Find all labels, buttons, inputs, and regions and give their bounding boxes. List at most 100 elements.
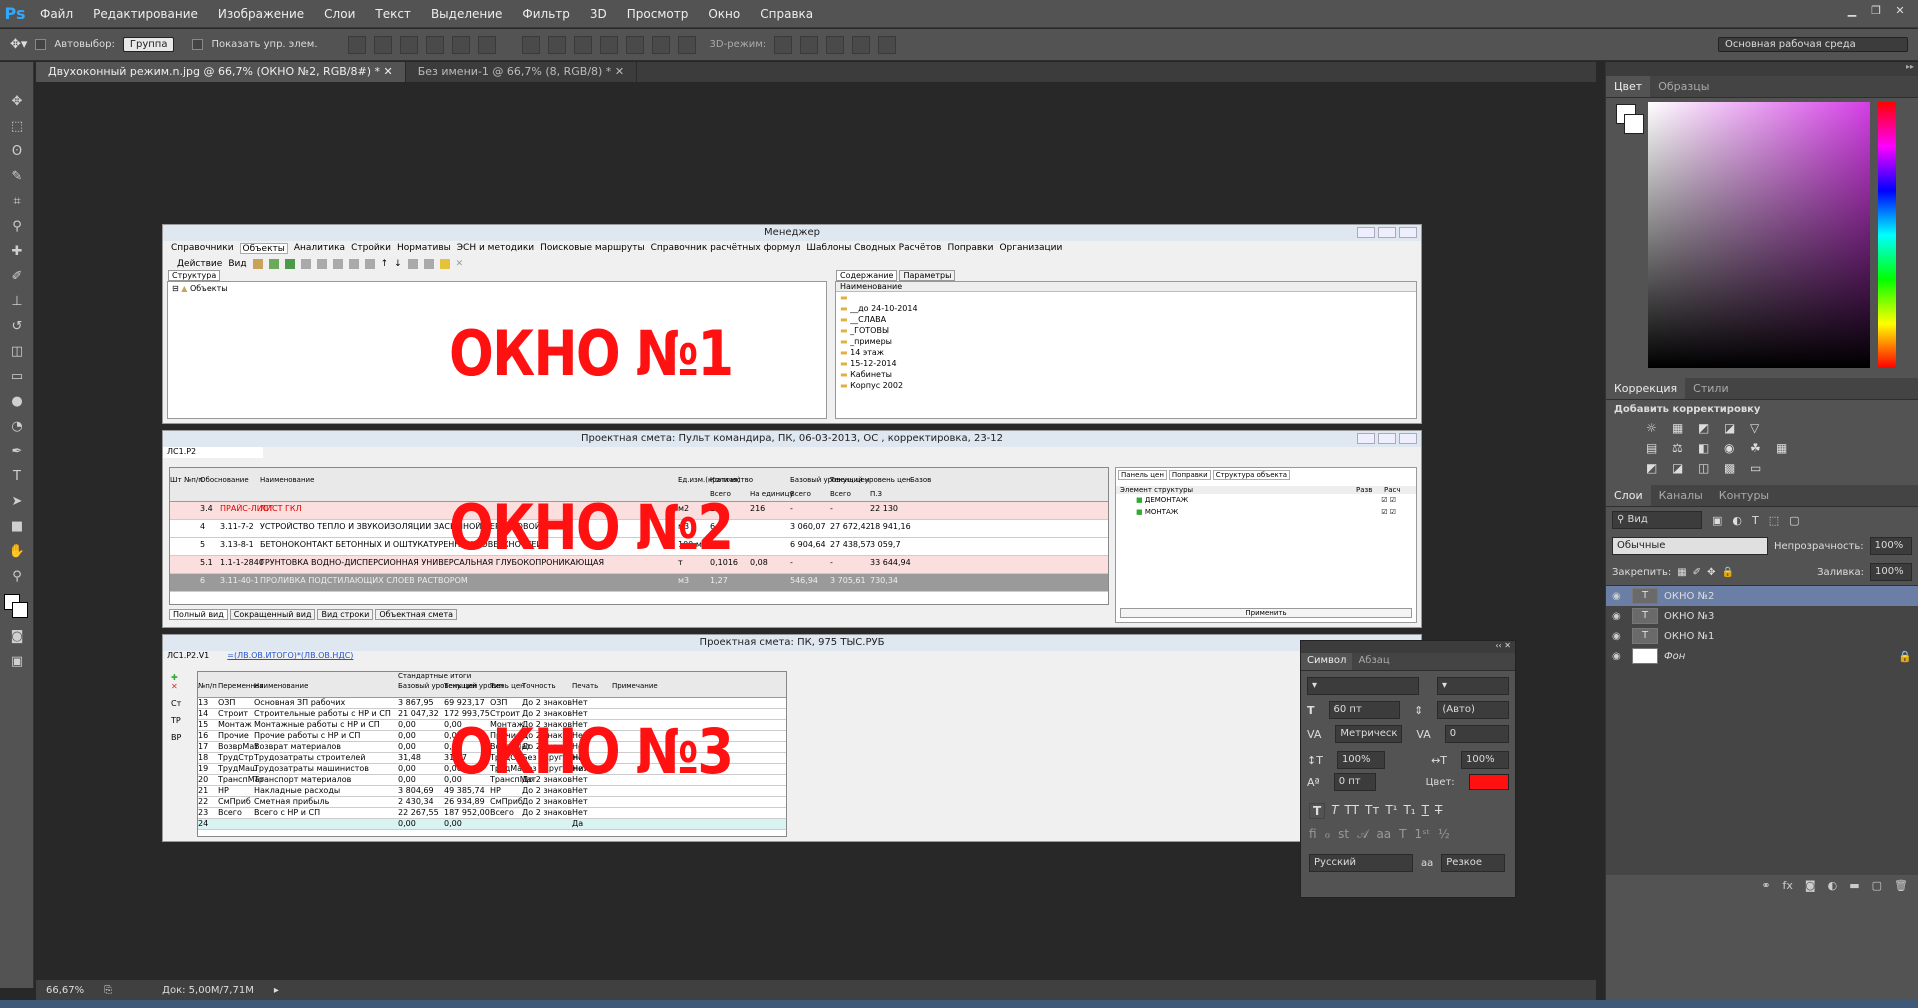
tool-icon[interactable] [332,258,343,269]
autoselect-group-select[interactable]: Группа [122,37,175,52]
tree-item[interactable]: ■ ДЕМОНТАЖ ☑ ☑ [1116,494,1416,506]
structure-tab[interactable]: Структура [168,270,221,281]
menu-window[interactable]: Окно [698,7,750,21]
checkbox-icon[interactable]: ☑ ☑ [1381,508,1396,516]
table-row[interactable]: 6 3.11-40-1 ПРОЛИВКА ПОДСТИЛАЮЩИХ СЛОЕВ РА… [170,574,1108,592]
move-tool-icon[interactable]: ✥ [4,91,30,113]
curves-icon[interactable]: ◩ [1698,421,1720,435]
folder-icon[interactable] [252,258,263,269]
distribute-right-icon[interactable] [651,35,670,54]
hue-slider[interactable] [1878,102,1896,368]
panel-collapse-icon[interactable]: ▸▸ [1606,62,1918,76]
action-menu[interactable]: Действие [177,259,222,269]
lock-all-icon[interactable]: 🔒 [1721,567,1733,578]
okno-2-field[interactable]: ЛС1.Р2 [163,447,263,458]
panel-collapse-icon[interactable]: ‹‹ ✕ [1301,641,1515,653]
arrow-up-icon[interactable]: ↑ [381,259,389,269]
leading-field[interactable]: (Авто) [1437,701,1509,719]
distribute-top-icon[interactable] [521,35,540,54]
distribute-left-icon[interactable] [599,35,618,54]
win1-menu-item[interactable]: Стройки [351,243,391,254]
folder-row[interactable]: ▬ __СЛАВА [836,314,1416,325]
win1-menu-item[interactable]: Поправки [947,243,993,254]
align-hcenter-icon[interactable] [451,35,470,54]
faux-bold-icon[interactable]: T [1309,803,1326,819]
folder-icon[interactable] [439,258,450,269]
3d-roll-icon[interactable] [800,35,819,54]
marquee-tool-icon[interactable]: ⬚ [4,116,30,138]
fx-icon[interactable]: fx [1783,879,1793,892]
tool-icon[interactable] [364,258,375,269]
tab-paragraph[interactable]: Абзац [1352,653,1395,670]
tab-document-1[interactable]: Двухоконный режим.n.jpg @ 66,7% (ОКНО №2… [36,62,406,82]
lookup-icon[interactable]: ▦ [1776,441,1798,455]
shape-tool-icon[interactable]: ■ [4,516,30,538]
tool-icon[interactable] [407,258,418,269]
exposure-icon[interactable]: ◪ [1724,421,1746,435]
close-icon[interactable] [1399,433,1417,444]
win1-menu-item[interactable]: Нормативы [397,243,451,254]
refresh-icon[interactable] [284,258,295,269]
hue-sat-icon[interactable]: ▤ [1646,441,1668,455]
add-icon[interactable] [268,258,279,269]
eraser-tool-icon[interactable]: ◫ [4,341,30,363]
tab-character[interactable]: Символ [1301,653,1353,670]
ligature-icon[interactable]: ﬁ [1309,827,1317,842]
link-icon[interactable]: ⚭ [1761,879,1770,892]
new-layer-icon[interactable]: ▢ [1872,879,1882,892]
layer-row[interactable]: ◉ Фон 🔒 [1606,646,1918,666]
win1-menu-item[interactable]: Шаблоны Сводных Расчётов [806,243,941,254]
stamp-tool-icon[interactable]: ⊥ [4,291,30,313]
lock-brush-icon[interactable]: ✐ [1693,567,1701,578]
font-style-select[interactable]: ▾ [1437,677,1509,695]
distribute-hcenter-icon[interactable] [625,35,644,54]
align-left-icon[interactable] [425,35,444,54]
menu-image[interactable]: Изображение [208,7,314,21]
swash-icon[interactable]: 𝒜 [1357,827,1368,842]
tab-object-structure[interactable]: Структура объекта [1212,470,1291,480]
filter-type-icon[interactable]: T [1752,514,1759,527]
tool-icon[interactable] [300,258,311,269]
lock-move-icon[interactable]: ✥ [1707,567,1715,578]
alt-ligature-icon[interactable]: ℴ [1325,827,1331,842]
menu-select[interactable]: Выделение [421,7,512,21]
selective-icon[interactable]: ▩ [1724,461,1746,475]
3d-scale-icon[interactable] [878,35,897,54]
tab-channels[interactable]: Каналы [1651,485,1711,506]
tree-item[interactable]: ■ МОНТАЖ ☑ ☑ [1116,506,1416,518]
subscript-icon[interactable]: T₁ [1403,803,1415,819]
adjust-layer-icon[interactable]: ◐ [1828,879,1838,892]
tool-icon[interactable] [423,258,434,269]
lock-pixels-icon[interactable]: ▦ [1677,567,1686,578]
blend-mode-select[interactable]: Обычные [1612,537,1768,555]
3d-pan-icon[interactable] [826,35,845,54]
view-menu[interactable]: Вид [228,259,246,269]
menu-file[interactable]: Файл [30,7,83,21]
tab-prices[interactable]: Панель цен [1118,470,1167,480]
distribute-bottom-icon[interactable] [573,35,592,54]
menu-filter[interactable]: Фильтр [512,7,579,21]
tab-corrections[interactable]: Поправки [1168,470,1211,480]
align-vcenter-icon[interactable] [373,35,392,54]
align-bottom-icon[interactable] [399,35,418,54]
tab-styles[interactable]: Стили [1685,378,1736,399]
tab-short-view[interactable]: Сокращенный вид [229,609,316,620]
delete-icon[interactable]: ✕ [456,259,464,269]
win1-menu-item[interactable]: ЭСН и методики [457,243,534,254]
layer-row[interactable]: ◉ T ОКНО №2 [1606,586,1918,606]
brightness-icon[interactable]: ☼ [1646,421,1668,435]
superscript-icon[interactable]: T¹ [1385,803,1397,819]
gradient-map-icon[interactable]: ▭ [1750,461,1772,475]
align-top-icon[interactable] [347,35,366,54]
tab-layers[interactable]: Слои [1606,485,1651,506]
levels-icon[interactable]: ▦ [1672,421,1694,435]
table-row[interactable]: 23 Всего Всего с НР и СП 22 267,55 187 952,0… [198,808,786,819]
table-row[interactable]: 13 ОЗП Основная ЗП рабочих 3 867,95 69 923,1… [198,698,786,709]
dodge-tool-icon[interactable]: ◔ [4,416,30,438]
tab-row-view[interactable]: Вид строки [317,609,374,620]
menu-type[interactable]: Текст [365,7,421,21]
maximize-icon[interactable] [1378,433,1396,444]
language-select[interactable]: Русский [1309,854,1413,872]
threshold-icon[interactable]: ◫ [1698,461,1720,475]
tab-full-view[interactable]: Полный вид [169,609,228,620]
